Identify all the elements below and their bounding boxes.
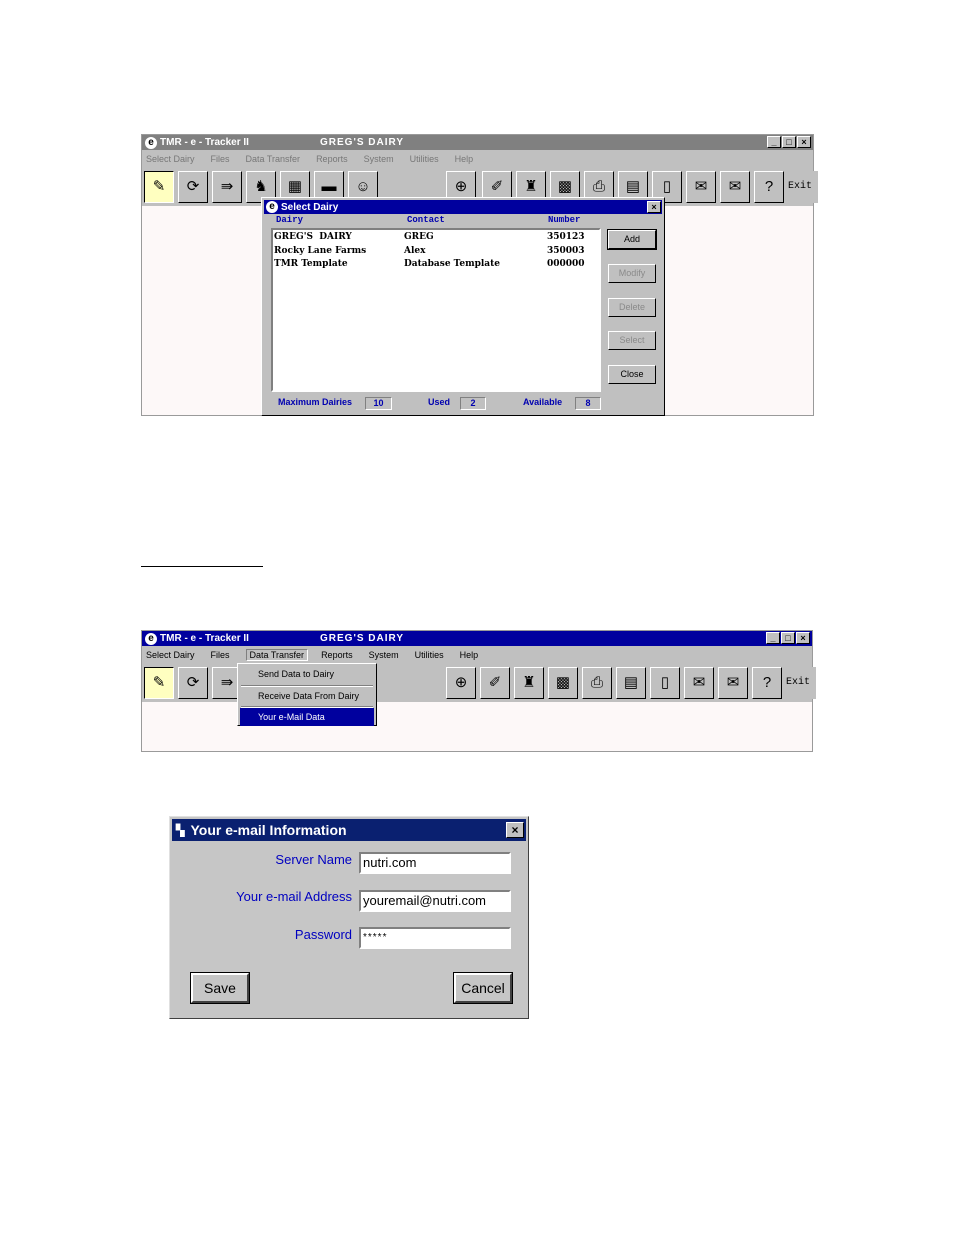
list-item-dairy[interactable]: GREG'S DAIRY: [274, 232, 352, 242]
email-address-label: Your e-mail Address: [236, 889, 352, 904]
menu-files[interactable]: Files: [211, 650, 230, 660]
maximize-icon[interactable]: □: [782, 136, 796, 148]
ration-icon[interactable]: ✎: [144, 171, 174, 203]
help-icon[interactable]: ?: [754, 171, 784, 203]
close-button[interactable]: Close: [608, 365, 656, 384]
dairy-list[interactable]: GREG'S DAIRY GREG 350123 Rocky Lane Farm…: [271, 228, 601, 392]
calculator-icon[interactable]: ▩: [548, 667, 578, 699]
password-input[interactable]: *****: [359, 927, 511, 949]
minimize-icon[interactable]: _: [767, 136, 781, 148]
magnify-icon[interactable]: ⊕: [446, 667, 476, 699]
list-item-number[interactable]: 000000: [547, 259, 585, 269]
used-value: 2: [460, 397, 486, 410]
menu-system[interactable]: System: [369, 650, 399, 660]
app-logo-icon: e: [145, 632, 157, 645]
close-icon[interactable]: ×: [796, 632, 810, 644]
menu-select-dairy[interactable]: Select Dairy: [146, 154, 195, 164]
list-item-dairy[interactable]: Rocky Lane Farms: [274, 246, 366, 256]
menu-utilities[interactable]: Utilities: [415, 650, 444, 660]
modify-button[interactable]: Modify: [608, 264, 656, 283]
menu-reports[interactable]: Reports: [316, 154, 348, 164]
password-label: Password: [294, 927, 352, 942]
max-dairies-label: Maximum Dairies: [278, 397, 353, 407]
exit-button[interactable]: Exit: [788, 171, 818, 203]
column-contact: Contact: [407, 215, 445, 225]
used-label: Used: [428, 397, 451, 407]
list-item-number[interactable]: 350003: [547, 246, 585, 256]
max-dairies-value: 10: [365, 397, 392, 410]
printer-icon[interactable]: ⎙: [582, 667, 612, 699]
server-name-label: Server Name: [275, 852, 352, 867]
menu-item-send-data[interactable]: Send Data to Dairy: [240, 665, 374, 683]
exit-button[interactable]: Exit: [786, 667, 816, 699]
app-title: TMR - e - Tracker II: [160, 633, 249, 644]
email-receive-icon[interactable]: ✉: [718, 667, 748, 699]
available-label: Available: [523, 397, 563, 407]
menu-data-transfer[interactable]: Data Transfer: [246, 154, 301, 164]
menu-select-dairy[interactable]: Select Dairy: [146, 650, 195, 660]
bottles-icon[interactable]: ♜: [514, 667, 544, 699]
list-item-contact[interactable]: Database Template: [404, 259, 500, 269]
close-icon[interactable]: ×: [506, 822, 524, 838]
help-icon[interactable]: ?: [752, 667, 782, 699]
menu-reports[interactable]: Reports: [321, 650, 353, 660]
menu-item-receive-data[interactable]: Receive Data From Dairy: [240, 687, 374, 705]
menu-help[interactable]: Help: [455, 154, 474, 164]
menu-item-email-data[interactable]: Your e-Mail Data: [240, 708, 374, 726]
app-title: TMR - e - Tracker II: [160, 137, 249, 148]
available-value: 8: [575, 397, 601, 410]
divider-underline: [141, 566, 263, 567]
email-send-icon[interactable]: ✉: [686, 171, 716, 203]
column-number: Number: [548, 215, 581, 225]
minimize-icon[interactable]: _: [766, 632, 780, 644]
menu-files[interactable]: Files: [211, 154, 230, 164]
close-icon[interactable]: ×: [647, 201, 661, 213]
dialog-title-bar[interactable]: e Select Dairy ×: [264, 200, 662, 214]
email-info-dialog: ▚ Your e-mail Information × Server Name …: [169, 816, 529, 1019]
title-bar[interactable]: e TMR - e - Tracker II GREG'S DAIRY _ □ …: [142, 135, 813, 150]
menu-help[interactable]: Help: [460, 650, 479, 660]
ration-icon[interactable]: ✎: [144, 667, 174, 699]
save-button[interactable]: Save: [190, 972, 250, 1004]
email-receive-icon[interactable]: ✉: [720, 171, 750, 203]
dialog-title: Your e-mail Information: [190, 822, 347, 838]
dialog-title: Select Dairy: [281, 201, 339, 213]
delete-button[interactable]: Delete: [608, 298, 656, 317]
dialog-title-bar[interactable]: ▚ Your e-mail Information ×: [172, 819, 526, 841]
list-item-contact[interactable]: Alex: [404, 246, 426, 256]
dairy-name: GREG'S DAIRY: [320, 137, 405, 148]
select-button[interactable]: Select: [608, 331, 656, 350]
feed-mix-icon[interactable]: ⟳: [178, 171, 208, 203]
report-icon[interactable]: ▤: [616, 667, 646, 699]
close-icon[interactable]: ×: [797, 136, 811, 148]
select-dairy-dialog: e Select Dairy × Dairy Contact Number GR…: [261, 197, 665, 416]
docs-icon[interactable]: ▯: [650, 667, 680, 699]
title-bar[interactable]: e TMR - e - Tracker II GREG'S DAIRY _ □ …: [142, 631, 812, 646]
server-name-input[interactable]: nutri.com: [359, 852, 511, 874]
transfer-icon[interactable]: ⇛: [212, 171, 242, 203]
email-address-input[interactable]: youremail@nutri.com: [359, 890, 511, 912]
email-send-icon[interactable]: ✉: [684, 667, 714, 699]
list-item-contact[interactable]: GREG: [404, 232, 434, 242]
list-item-number[interactable]: 350123: [547, 232, 585, 242]
cancel-button[interactable]: Cancel: [453, 972, 513, 1004]
add-button[interactable]: Add: [607, 229, 657, 250]
menu-bar: Select Dairy Files Data Transfer Reports…: [142, 150, 813, 167]
list-item-dairy[interactable]: TMR Template: [274, 259, 348, 269]
window-icon: ▚: [176, 824, 185, 837]
maximize-icon[interactable]: □: [781, 632, 795, 644]
menu-system[interactable]: System: [364, 154, 394, 164]
column-dairy: Dairy: [276, 215, 304, 225]
app-window-2: e TMR - e - Tracker II GREG'S DAIRY _ □ …: [141, 630, 816, 752]
menu-data-transfer[interactable]: Data Transfer: [245, 648, 309, 661]
app-logo-icon: e: [266, 201, 278, 213]
data-transfer-dropdown: Send Data to Dairy Receive Data From Dai…: [237, 663, 377, 726]
menu-utilities[interactable]: Utilities: [410, 154, 439, 164]
dairy-name: GREG'S DAIRY: [320, 633, 405, 644]
app-logo-icon: e: [145, 136, 157, 149]
feed-add-icon[interactable]: ✐: [480, 667, 510, 699]
menu-bar: Select Dairy Files Data Transfer Reports…: [142, 646, 812, 663]
feed-mix-icon[interactable]: ⟳: [178, 667, 208, 699]
